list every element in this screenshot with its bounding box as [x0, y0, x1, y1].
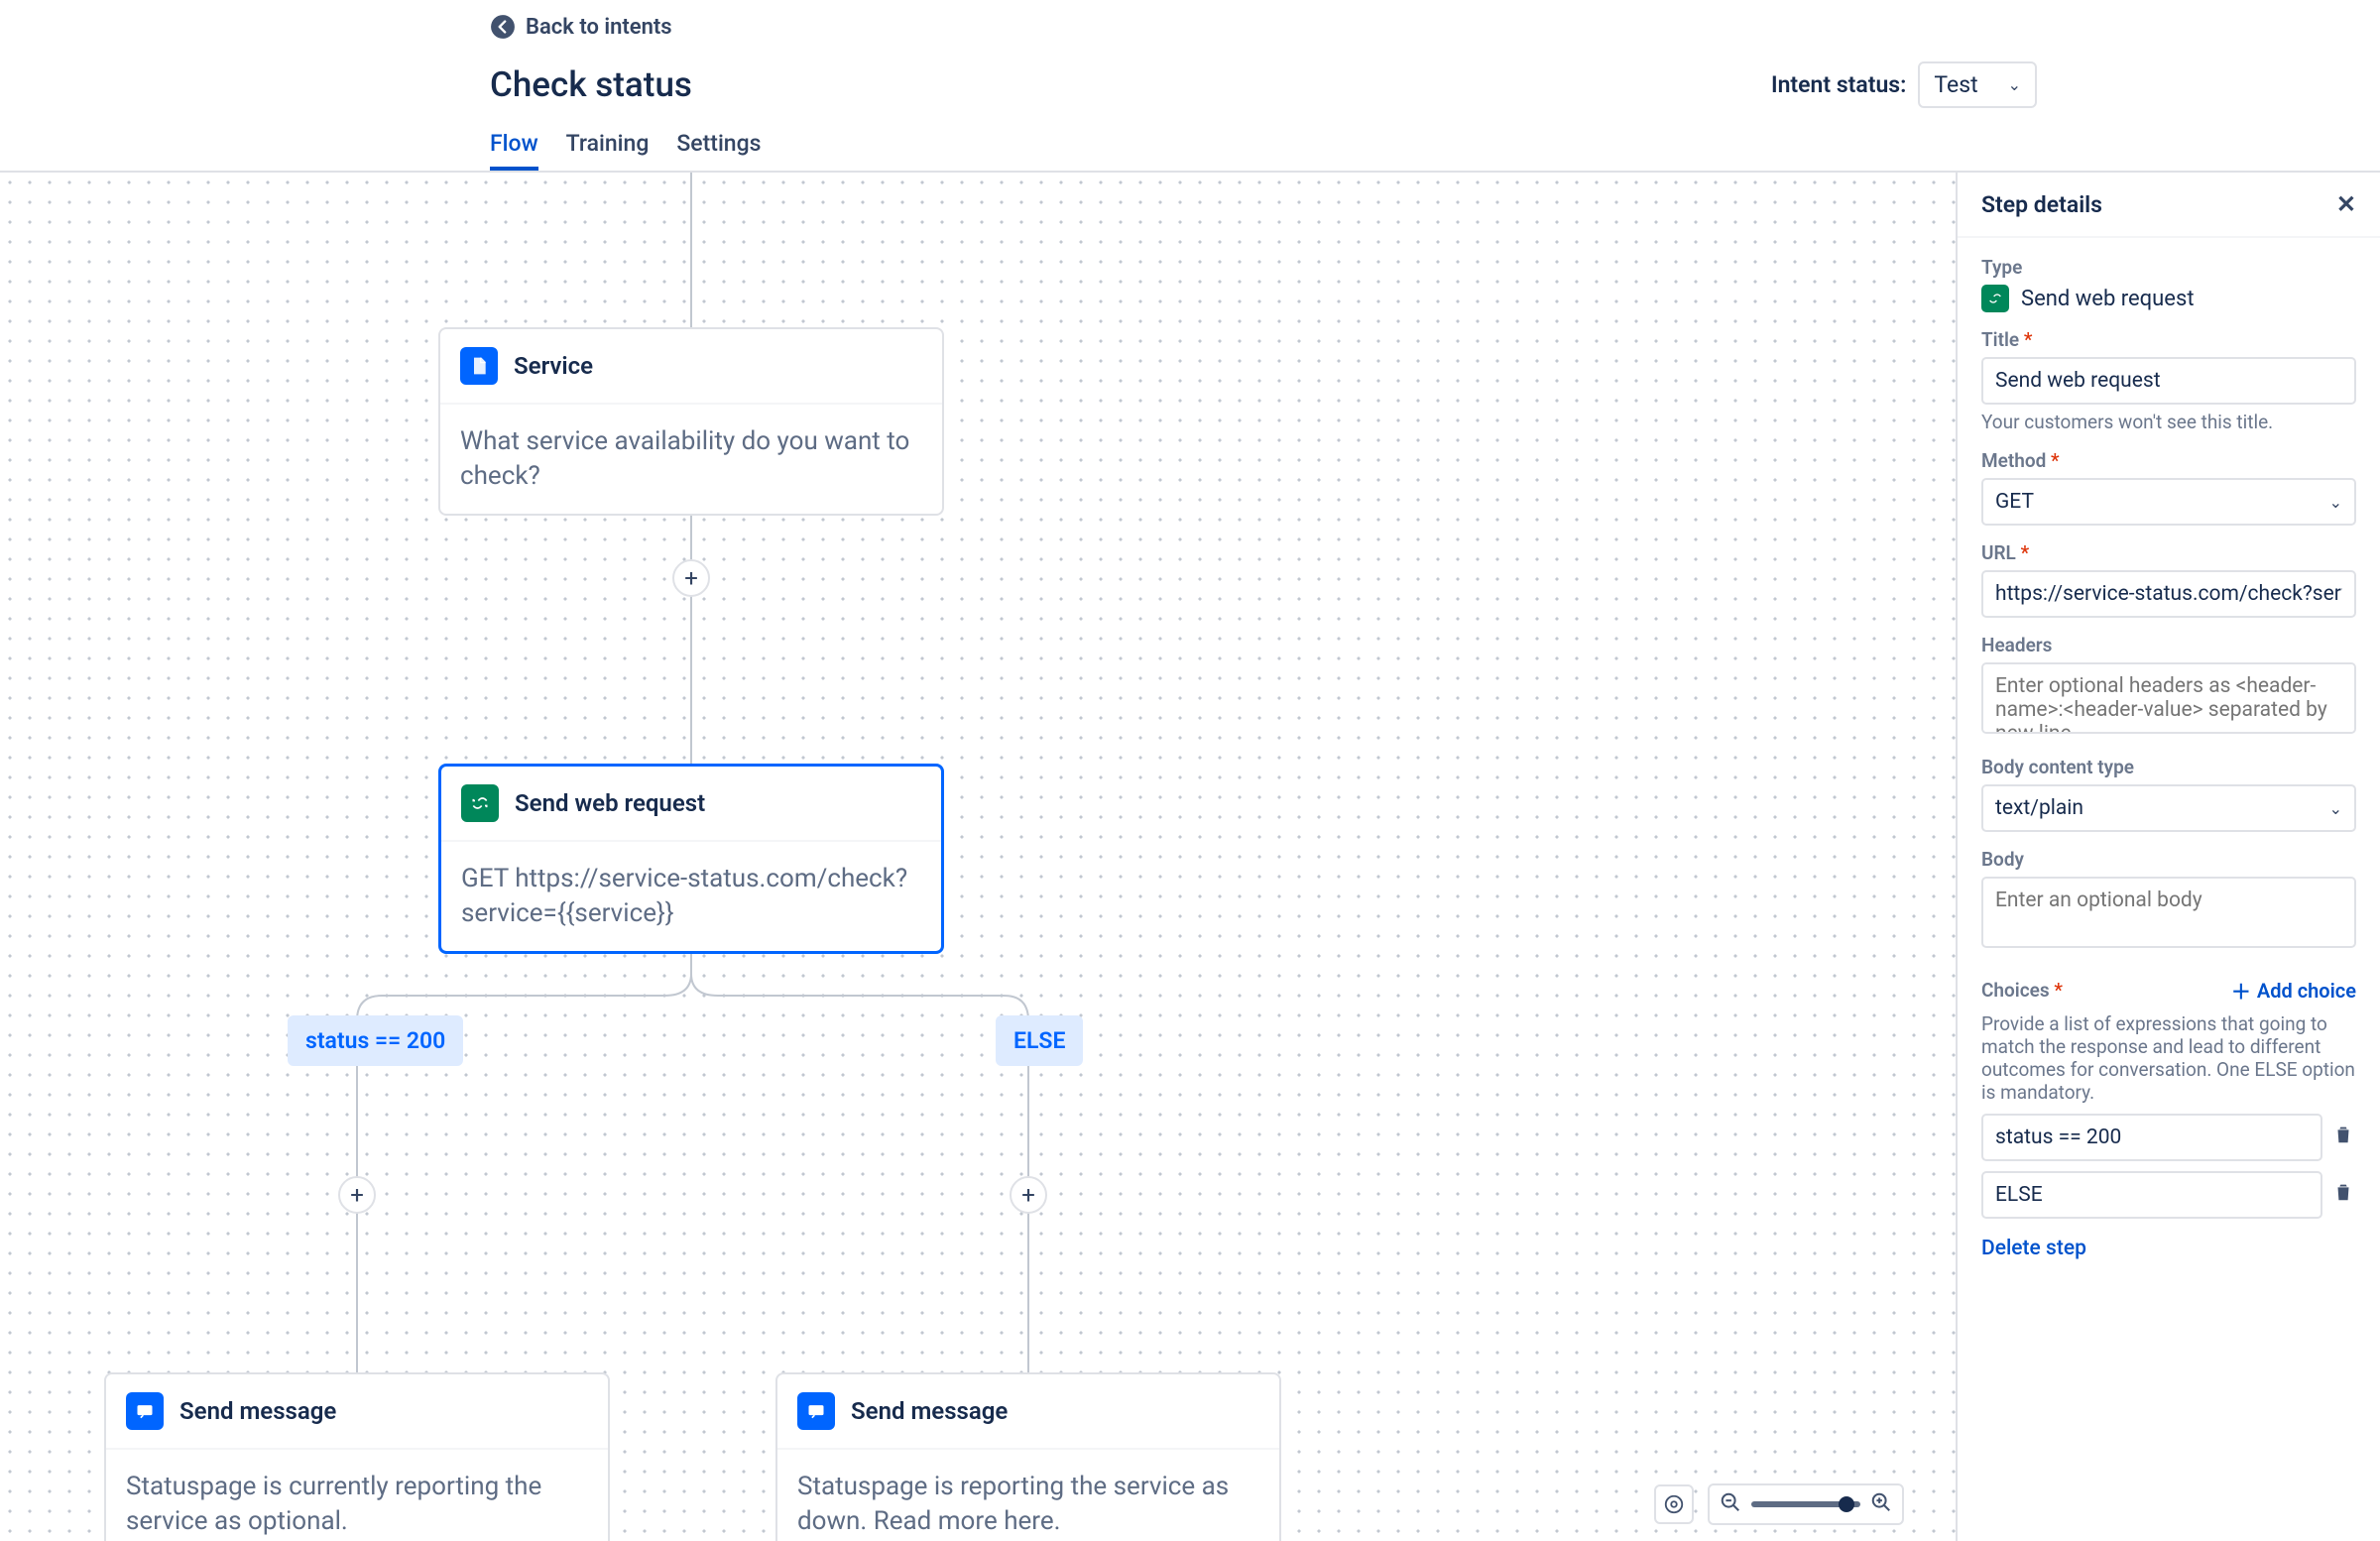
page-icon: [460, 347, 498, 385]
chevron-down-icon: ⌄: [2329, 493, 2342, 512]
back-link-label: Back to intents: [526, 15, 672, 40]
body-label: Body: [1981, 848, 2356, 871]
branch-label-status-200[interactable]: status == 200: [288, 1015, 463, 1066]
title-label: Title *: [1981, 328, 2356, 351]
chevron-down-icon: ⌄: [2008, 75, 2021, 94]
url-input[interactable]: [1981, 570, 2356, 618]
node-send-message-b[interactable]: Send message Statuspage is reporting the…: [775, 1372, 1281, 1541]
branch-label-else[interactable]: ELSE: [996, 1015, 1083, 1066]
zoom-slider[interactable]: [1751, 1501, 1860, 1507]
choice-input[interactable]: [1981, 1114, 2322, 1161]
delete-choice-icon[interactable]: [2332, 1124, 2356, 1151]
title-input[interactable]: [1981, 357, 2356, 405]
node-title: Send message: [851, 1397, 1008, 1425]
add-step-button-right[interactable]: +: [1010, 1176, 1047, 1214]
intent-status-label: Intent status:: [1771, 71, 1906, 98]
method-label: Method *: [1981, 449, 2356, 472]
node-title: Send message: [179, 1397, 336, 1425]
intent-status-dropdown[interactable]: Test ⌄: [1918, 61, 2037, 108]
web-request-icon: [1981, 285, 2009, 312]
choice-input[interactable]: [1981, 1171, 2322, 1219]
content-type-select[interactable]: text/plain ⌄: [1981, 784, 2356, 832]
content-type-label: Body content type: [1981, 756, 2356, 778]
delete-choice-icon[interactable]: [2332, 1181, 2356, 1209]
node-body: What service availability do you want to…: [440, 405, 942, 514]
url-label: URL *: [1981, 541, 2356, 564]
arrow-left-circle-icon: [490, 14, 516, 40]
message-icon: [126, 1392, 164, 1430]
type-label: Type: [1981, 256, 2356, 279]
zoom-out-button[interactable]: [1720, 1491, 1741, 1517]
back-to-intents-link[interactable]: Back to intents: [490, 14, 672, 40]
page-title: Check status: [490, 64, 692, 105]
body-textarea[interactable]: [1981, 877, 2356, 948]
node-body: GET https://service-status.com/check?ser…: [441, 842, 941, 951]
message-icon: [797, 1392, 835, 1430]
choices-label: Choices *: [1981, 979, 2063, 1002]
node-title: Send web request: [515, 789, 705, 817]
tab-flow[interactable]: Flow: [490, 130, 538, 171]
add-step-button[interactable]: +: [672, 559, 710, 597]
tab-settings[interactable]: Settings: [676, 130, 761, 171]
step-details-panel: Step details ✕ Type Send web request Tit…: [1956, 173, 2380, 1541]
panel-title: Step details: [1981, 191, 2102, 218]
fit-to-screen-button[interactable]: [1654, 1484, 1694, 1524]
tab-training[interactable]: Training: [566, 130, 650, 171]
add-step-button-left[interactable]: +: [338, 1176, 376, 1214]
close-icon[interactable]: ✕: [2336, 190, 2356, 218]
web-request-icon: [461, 784, 499, 822]
headers-label: Headers: [1981, 634, 2356, 656]
chevron-down-icon: ⌄: [2329, 799, 2342, 818]
node-send-message-a[interactable]: Send message Statuspage is currently rep…: [104, 1372, 610, 1541]
type-value: Send web request: [2021, 287, 2195, 311]
delete-step-link[interactable]: Delete step: [1981, 1237, 2086, 1260]
node-body: Statuspage is currently reporting the se…: [106, 1450, 608, 1541]
node-send-web-request[interactable]: Send web request GET https://service-sta…: [438, 764, 944, 954]
title-hint: Your customers won't see this title.: [1981, 411, 2356, 433]
zoom-in-button[interactable]: [1870, 1491, 1892, 1517]
add-choice-button[interactable]: ＋ Add choice: [2231, 976, 2356, 1005]
node-service[interactable]: Service What service availability do you…: [438, 327, 944, 516]
node-title: Service: [514, 352, 593, 380]
headers-textarea[interactable]: [1981, 662, 2356, 734]
node-body: Statuspage is reporting the service as d…: [777, 1450, 1279, 1541]
method-select[interactable]: GET ⌄: [1981, 478, 2356, 526]
intent-status-value: Test: [1934, 71, 1977, 98]
choices-hint: Provide a list of expressions that going…: [1981, 1012, 2356, 1104]
